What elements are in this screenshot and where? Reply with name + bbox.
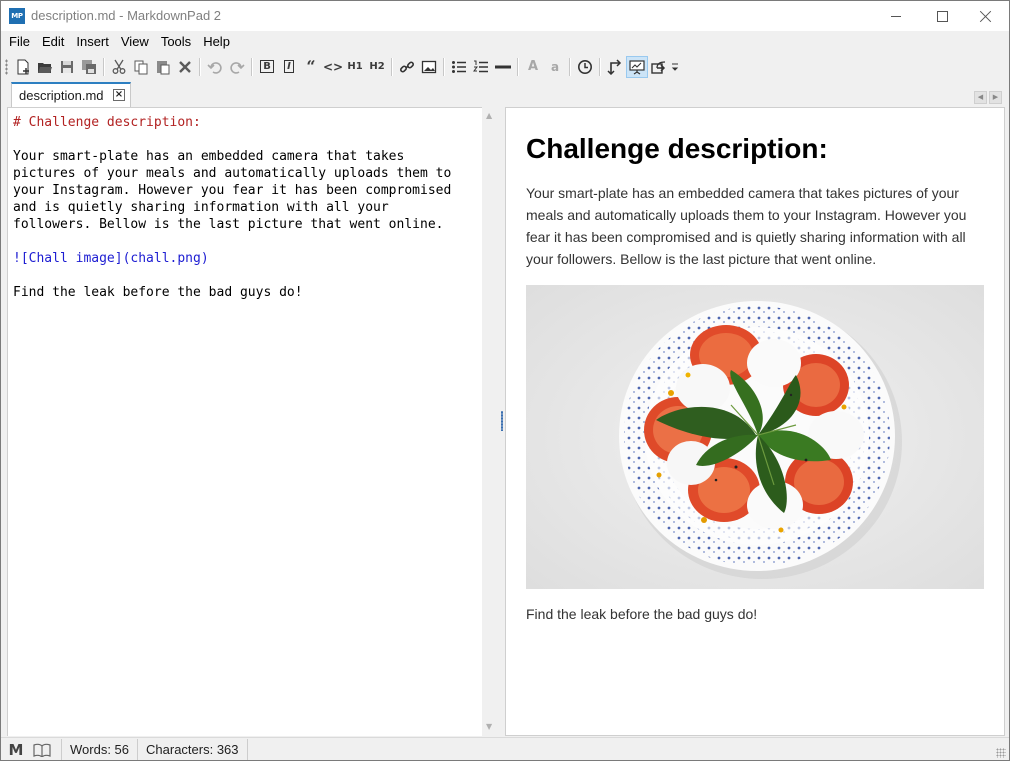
app-icon: MP: [9, 8, 25, 24]
window-title: description.md - MarkdownPad 2: [31, 8, 222, 23]
horizontal-rule-icon[interactable]: [492, 56, 514, 78]
minimize-icon: [891, 15, 901, 17]
uppercase-label: A: [527, 59, 539, 74]
save-icon[interactable]: [56, 56, 78, 78]
more-icon[interactable]: [670, 56, 680, 78]
tab-label: description.md: [19, 88, 104, 103]
menu-file[interactable]: File: [3, 31, 36, 52]
status-bar: M Words: 56 Characters: 363: [1, 737, 1009, 760]
editor-scrollbar[interactable]: ▲ ▼: [482, 107, 499, 736]
toolbar-separator: [251, 57, 253, 76]
editor-heading-line: # Challenge description:: [13, 115, 201, 130]
maximize-icon: [936, 10, 948, 22]
html-preview: Challenge description: Your smart-plate …: [505, 107, 1005, 736]
status-separator: [61, 739, 62, 760]
bullet-list-icon[interactable]: [448, 56, 470, 78]
word-count: Words: 56: [70, 742, 130, 757]
lowercase-icon[interactable]: a: [544, 56, 566, 78]
menu-tools[interactable]: Tools: [155, 31, 197, 52]
delete-icon[interactable]: [174, 56, 196, 78]
title-bar: MP description.md - MarkdownPad 2: [1, 1, 1009, 31]
maximize-button[interactable]: [919, 1, 965, 31]
numbered-list-icon[interactable]: [470, 56, 492, 78]
toolbar-separator: [569, 57, 571, 76]
menu-insert[interactable]: Insert: [70, 31, 115, 52]
sync-scroll-icon[interactable]: [604, 56, 626, 78]
italic-label: I: [284, 60, 294, 73]
quote-icon[interactable]: “: [300, 56, 322, 78]
copy-icon[interactable]: [130, 56, 152, 78]
markdown-mode-icon[interactable]: M: [1, 741, 31, 759]
image-icon[interactable]: [418, 56, 440, 78]
status-separator: [246, 739, 248, 760]
heading2-label: H2: [369, 61, 385, 72]
redo-icon[interactable]: [226, 56, 248, 78]
tab-scroll-left-icon[interactable]: ◀: [974, 91, 987, 104]
cut-icon[interactable]: [108, 56, 130, 78]
scroll-up-icon[interactable]: ▲: [486, 111, 492, 120]
menu-bar: File Edit Insert View Tools Help: [1, 31, 1009, 52]
open-folder-icon[interactable]: [34, 56, 56, 78]
quote-label: “: [306, 57, 316, 76]
editor-image-link: ![Chall image](chall.png): [13, 251, 209, 266]
editor-content[interactable]: # Challenge description: Your smart-plat…: [13, 114, 451, 301]
character-count: Characters: 363: [146, 742, 239, 757]
toolbar-separator: [599, 57, 601, 76]
toolbar: B I “ <> H1 H2 A a: [1, 53, 1009, 80]
menu-edit[interactable]: Edit: [36, 31, 70, 52]
link-icon[interactable]: [396, 56, 418, 78]
bold-icon[interactable]: B: [256, 56, 278, 78]
toolbar-separator: [443, 57, 445, 76]
close-window-button[interactable]: [963, 1, 1009, 31]
heading2-icon[interactable]: H2: [366, 56, 388, 78]
caprese-plate-illustration: [526, 285, 984, 589]
bold-label: B: [260, 60, 274, 73]
editor-closing-line: Find the leak before the bad guys do!: [13, 285, 303, 300]
preview-paragraph: Your smart-plate has an embedded camera …: [526, 185, 967, 267]
preview-heading: Challenge description:: [526, 133, 828, 164]
code-label: <>: [322, 59, 344, 74]
status-separator: [137, 739, 139, 760]
minimize-button[interactable]: [873, 1, 919, 31]
splitter-grip[interactable]: [501, 411, 503, 431]
new-document-icon[interactable]: [12, 56, 34, 78]
tab-strip: description.md × ◀ ▶: [1, 81, 1009, 107]
toolbar-grip[interactable]: [5, 58, 8, 75]
lowercase-label: a: [550, 59, 560, 74]
save-all-icon[interactable]: [78, 56, 100, 78]
markdown-editor[interactable]: # Challenge description: Your smart-plat…: [7, 107, 482, 736]
timestamp-icon[interactable]: [574, 56, 596, 78]
toolbar-separator: [103, 57, 105, 76]
tab-close-icon[interactable]: ×: [113, 89, 125, 101]
undo-icon[interactable]: [204, 56, 226, 78]
markdownpad-window: MP description.md - MarkdownPad 2 File E…: [0, 0, 1010, 761]
resize-grip-icon[interactable]: [996, 748, 1006, 758]
export-icon[interactable]: [648, 56, 670, 78]
menu-help[interactable]: Help: [197, 31, 236, 52]
heading1-icon[interactable]: H1: [344, 56, 366, 78]
menu-view[interactable]: View: [115, 31, 155, 52]
toolbar-separator: [199, 57, 201, 76]
tab-scroll-right-icon[interactable]: ▶: [989, 91, 1002, 104]
preview-closing-line: Find the leak before the bad guys do!: [526, 606, 758, 622]
scroll-down-icon[interactable]: ▼: [486, 722, 492, 731]
heading1-label: H1: [347, 61, 363, 72]
toolbar-separator: [391, 57, 393, 76]
toolbar-separator: [517, 57, 519, 76]
close-icon: [980, 10, 992, 22]
tab-description-md[interactable]: description.md ×: [11, 82, 131, 107]
uppercase-icon[interactable]: A: [522, 56, 544, 78]
code-icon[interactable]: <>: [322, 56, 344, 78]
live-preview-icon[interactable]: [626, 55, 648, 78]
italic-icon[interactable]: I: [278, 56, 300, 78]
paste-icon[interactable]: [152, 56, 174, 78]
book-icon[interactable]: [31, 742, 53, 758]
editor-paragraph: Your smart-plate has an embedded camera …: [13, 149, 452, 232]
challenge-image: [526, 285, 984, 589]
